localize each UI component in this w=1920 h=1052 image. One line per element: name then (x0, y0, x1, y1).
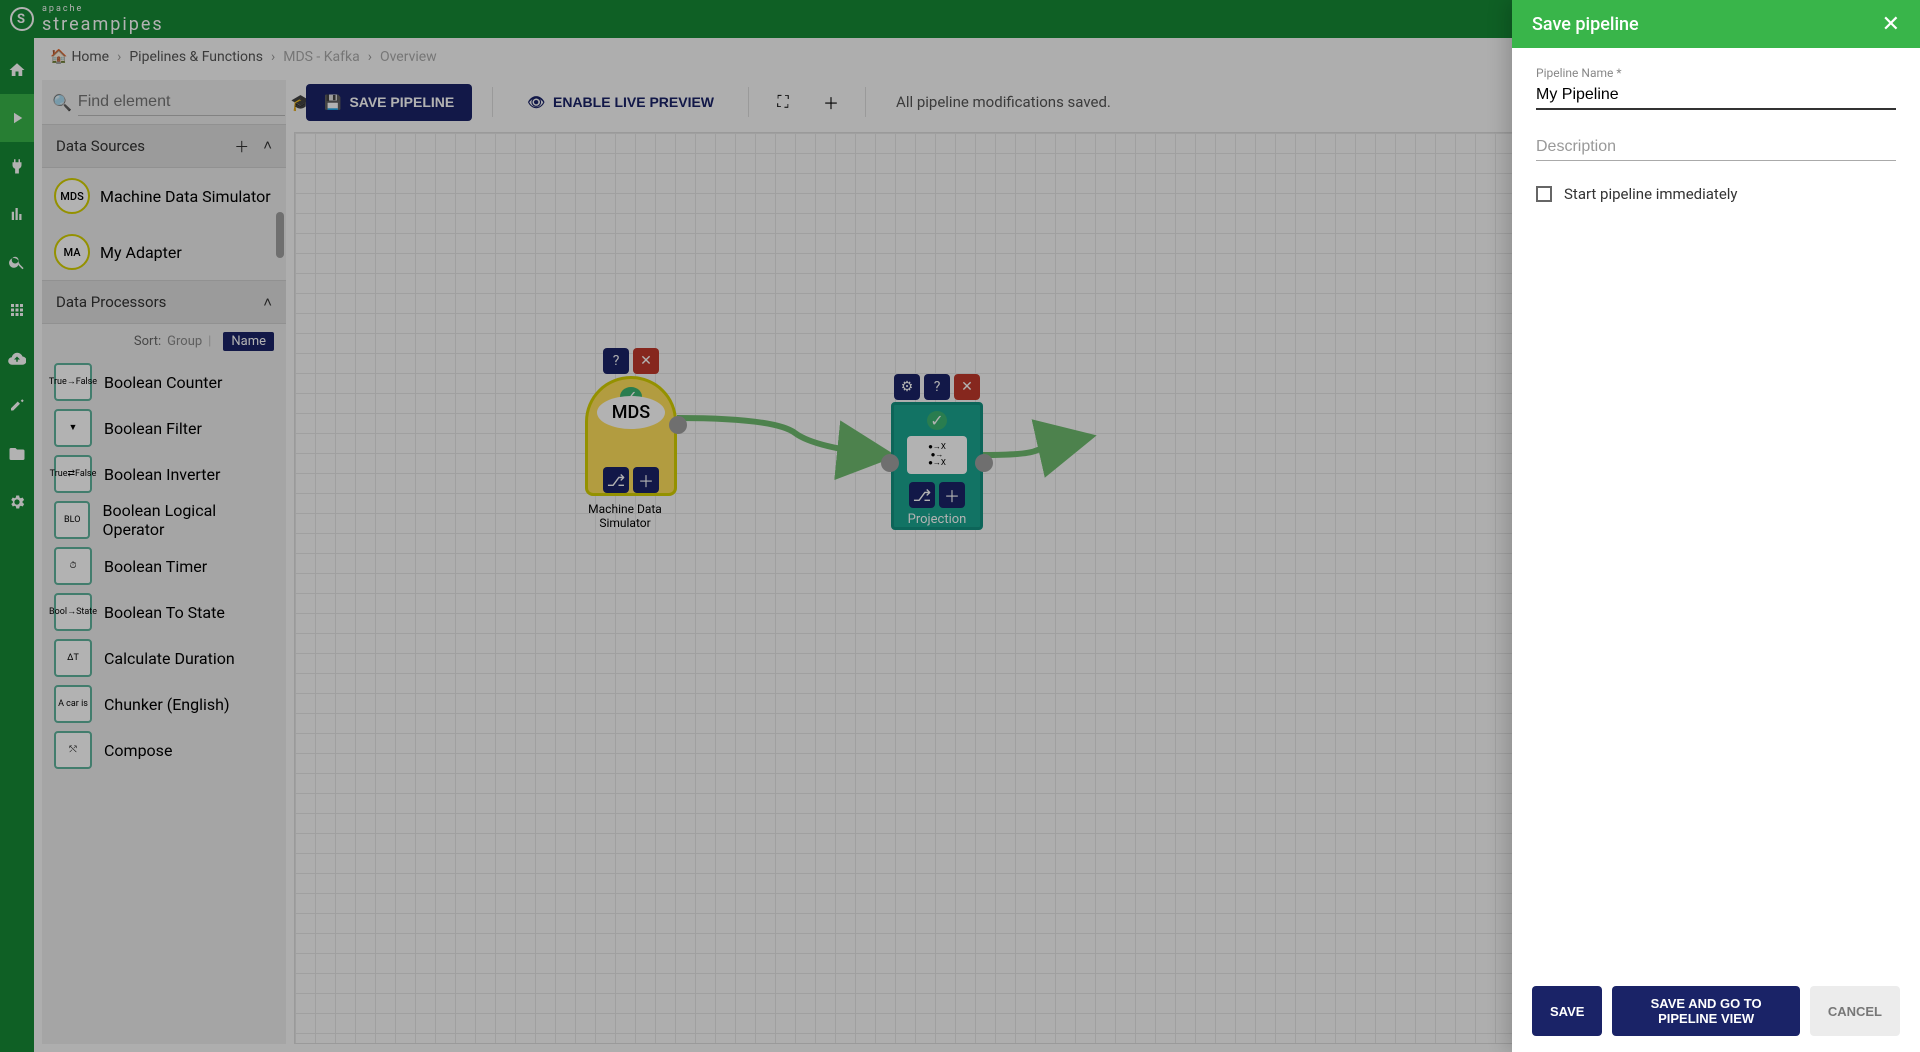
start-immediately-row[interactable]: Start pipeline immediately (1536, 185, 1896, 203)
checkbox-icon[interactable] (1536, 186, 1552, 202)
panel-title: Save pipeline (1532, 14, 1639, 35)
pipeline-name-input[interactable] (1536, 82, 1896, 110)
pipeline-name-label: Pipeline Name * (1536, 66, 1896, 80)
save-button[interactable]: SAVE (1532, 986, 1602, 1036)
panel-header: Save pipeline ✕ (1512, 0, 1920, 48)
description-input[interactable] (1536, 134, 1896, 161)
cancel-button[interactable]: CANCEL (1810, 986, 1900, 1036)
save-pipeline-panel: Save pipeline ✕ Pipeline Name * Start pi… (1512, 0, 1920, 1052)
save-go-button[interactable]: SAVE AND GO TO PIPELINE VIEW (1612, 986, 1799, 1036)
start-immediately-label: Start pipeline immediately (1564, 185, 1738, 203)
close-icon[interactable]: ✕ (1882, 12, 1900, 37)
